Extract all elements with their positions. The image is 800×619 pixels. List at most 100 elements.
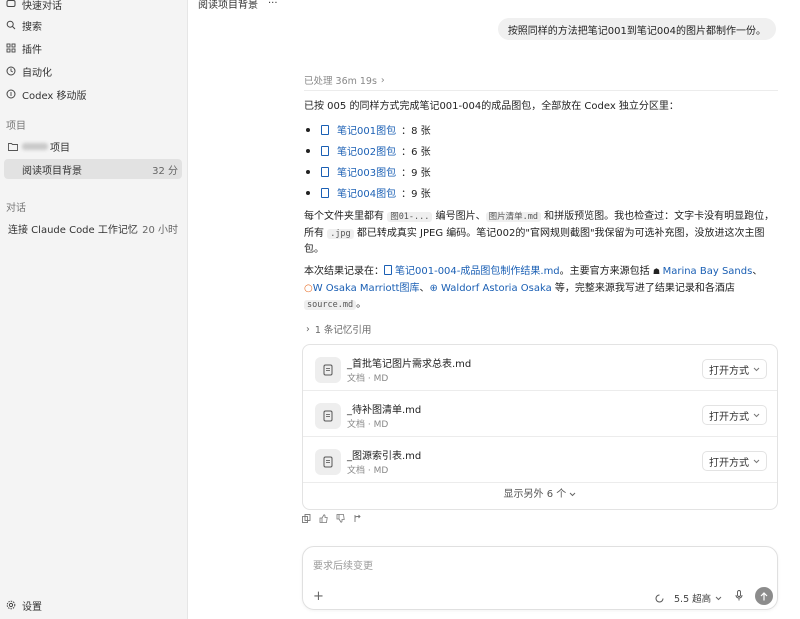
chevron-down-icon — [753, 459, 760, 463]
inline-code: 图01-... — [387, 212, 433, 222]
file-type: 文档 · MD — [347, 374, 389, 384]
folder-link[interactable]: 笔记003图包 — [337, 164, 396, 179]
folder-icon — [8, 142, 18, 151]
thread-title: 阅读项目背景 — [198, 0, 258, 11]
show-more-label: 显示另外 6 个 — [503, 489, 567, 500]
folder-link[interactable]: 笔记001图包 — [337, 122, 396, 137]
send-button[interactable] — [755, 587, 773, 605]
model-selector[interactable]: 5.5 超高 — [655, 591, 722, 605]
file-list: _首批笔记图片需求总表.md 文档 · MD 打开方式 _待补图清单.md 文档… — [302, 344, 778, 510]
nav-search[interactable]: 搜索 — [6, 16, 42, 34]
settings-label: 设置 — [22, 601, 42, 613]
text: 、 — [419, 282, 430, 294]
source-link-w-osaka[interactable]: W Osaka Marriott图库 — [313, 283, 420, 294]
nav-label: Codex 移动版 — [22, 90, 87, 102]
file-icon — [384, 265, 392, 275]
clock-icon — [6, 66, 16, 76]
nav-automation[interactable]: 自动化 — [6, 62, 52, 80]
open-with-button[interactable]: 打开方式 — [702, 451, 767, 471]
file-type: 文档 · MD — [347, 466, 389, 476]
project-item[interactable]: 项目 — [4, 136, 182, 156]
redacted-text — [22, 142, 48, 150]
source-link-waldorf[interactable]: Waldorf Astoria Osaka — [441, 283, 552, 294]
folder-link[interactable]: 笔记004图包 — [337, 185, 396, 200]
document-icon — [315, 357, 341, 383]
nav-codex-mobile[interactable]: Codex 移动版 — [6, 85, 87, 103]
image-count: ：9 张 — [401, 189, 431, 200]
text: 每个文件夹里都有 — [304, 211, 388, 222]
file-card[interactable]: _图源索引表.md 文档 · MD 打开方式 — [303, 437, 777, 483]
chevron-down-icon — [753, 413, 760, 417]
thread-item-active[interactable]: 阅读项目背景 32 分 — [4, 159, 182, 179]
chevron-right-icon: › — [380, 74, 385, 86]
thread-label: 阅读项目背景 — [22, 165, 82, 177]
thumbs-up-icon[interactable] — [319, 514, 328, 523]
nav-label: 自动化 — [22, 67, 52, 79]
chevron-right-icon: › — [306, 323, 310, 335]
show-more-button[interactable]: 显示另外 6 个 — [303, 485, 777, 500]
chats-section-label: 对话 — [6, 203, 26, 214]
sidebar: 快速对话 搜索 插件 自动化 Codex 移动版 项目 项目 阅读项目背景 32… — [0, 0, 188, 619]
branch-icon[interactable] — [353, 514, 362, 523]
divider — [304, 90, 778, 91]
chat-icon — [6, 0, 16, 7]
chat-item[interactable]: 连接 Claude Code 工作记忆 20 小时 — [4, 218, 182, 238]
nav-plugins[interactable]: 插件 — [6, 39, 42, 57]
processing-status[interactable]: 已处理 36m 19s › — [304, 73, 385, 88]
memory-reference-toggle[interactable]: › 1 条记忆引用 — [306, 322, 372, 337]
follow-up-input[interactable]: 要求后续变更 — [313, 557, 373, 572]
text: 。主要官方来源包括 — [559, 266, 653, 277]
folder-link[interactable]: 笔记002图包 — [337, 143, 396, 158]
file-card[interactable]: _待补图清单.md 文档 · MD 打开方式 — [303, 391, 777, 437]
bullet-dot — [306, 190, 310, 195]
nav-quick-chat[interactable]: 快速对话 — [6, 0, 62, 13]
chevron-down-icon — [753, 367, 760, 371]
nav-label: 快速对话 — [22, 0, 62, 12]
nav-label: 搜索 — [22, 21, 42, 33]
plugin-icon — [6, 43, 16, 53]
thumbs-down-icon[interactable] — [336, 514, 345, 523]
list-item: 笔记003图包 ：9 张 — [306, 164, 431, 179]
bullet-dot — [306, 127, 310, 132]
inline-code: 图片清单.md — [485, 212, 541, 222]
result-file-link[interactable]: 笔记001-004-成品图包制作结果.md — [395, 266, 560, 277]
chat-time: 20 小时 — [142, 224, 178, 236]
add-attachment-button[interactable]: + — [313, 589, 324, 604]
file-name: _图源索引表.md — [347, 451, 422, 462]
arrow-up-icon — [760, 591, 768, 600]
open-with-button[interactable]: 打开方式 — [702, 359, 767, 379]
image-count: ：8 张 — [401, 126, 431, 137]
text: 编号图片、 — [432, 211, 486, 222]
file-name: _首批笔记图片需求总表.md — [347, 359, 472, 370]
settings-button[interactable]: 设置 — [6, 596, 42, 614]
status-text: 已处理 36m 19s — [304, 76, 377, 87]
project-label: 项目 — [50, 142, 70, 154]
file-icon — [321, 166, 329, 177]
text: 都已转成真实 JPEG 编码。笔记002的"官网规则截图"我保留为可选补充图，没… — [304, 227, 765, 256]
copy-icon[interactable] — [302, 514, 311, 523]
open-with-button[interactable]: 打开方式 — [702, 405, 767, 425]
memory-text: 1 条记忆引用 — [314, 325, 372, 336]
file-icon — [321, 145, 329, 156]
composer[interactable]: 要求后续变更 + 5.5 超高 — [302, 546, 778, 610]
inline-code: source.md — [304, 300, 357, 310]
chat-label: 连接 Claude Code 工作记忆 — [8, 224, 138, 236]
user-message: 按照同样的方法把笔记001到笔记004的图片都制作一份。 — [497, 18, 776, 40]
hotel-icon: ☗ — [652, 267, 663, 276]
file-icon — [321, 187, 329, 198]
file-icon — [321, 124, 329, 135]
bullet-dot — [306, 148, 310, 153]
image-count: ：6 张 — [401, 147, 431, 158]
source-link-mbs[interactable]: Marina Bay Sands — [663, 266, 753, 277]
marriott-icon: ○ — [304, 282, 313, 294]
file-card[interactable]: _首批笔记图片需求总表.md 文档 · MD 打开方式 — [303, 345, 777, 391]
thread-header: 阅读项目背景 ··· — [198, 0, 278, 11]
text: 等，完整来源我写进了结果记录和各酒店 — [551, 282, 735, 294]
text: 、 — [752, 266, 763, 277]
mobile-icon — [6, 89, 16, 99]
response-paragraph-sources: 本次结果记录在： 笔记001-004-成品图包制作结果.md。主要官方来源包括 ☗… — [304, 264, 778, 314]
image-count: ：9 张 — [401, 168, 431, 179]
bullet-dot — [306, 169, 310, 174]
more-options-button[interactable]: ··· — [268, 0, 278, 9]
microphone-icon[interactable] — [735, 590, 743, 601]
